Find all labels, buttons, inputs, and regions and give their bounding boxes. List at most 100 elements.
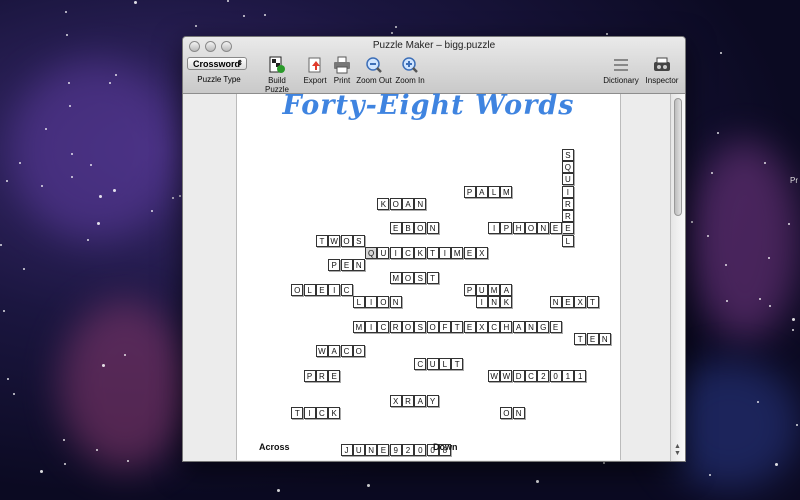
grid-cell[interactable]: O (500, 406, 513, 419)
grid-cell[interactable]: P (328, 259, 341, 272)
scroll-thumb[interactable] (674, 98, 682, 216)
grid-cell[interactable]: O (426, 320, 439, 333)
grid-cell[interactable]: T (426, 247, 439, 259)
crossword-grid[interactable]: SQUIRRELKOANPALMEBONIPHONETWOSQUICKTIMEX… (237, 94, 620, 460)
grid-cell[interactable]: P (463, 283, 476, 296)
grid-cell[interactable]: I (365, 296, 378, 309)
grid-cell[interactable]: U (475, 283, 488, 296)
grid-cell[interactable]: U (426, 357, 439, 370)
grid-cell[interactable]: B (402, 222, 414, 235)
dictionary-button[interactable]: Dictionary (603, 55, 639, 85)
grid-cell[interactable]: O (389, 197, 402, 210)
vertical-scrollbar[interactable]: ▲ ▼ (670, 94, 685, 461)
grid-cell[interactable]: I (438, 247, 451, 259)
grid-cell[interactable]: Q (561, 160, 574, 173)
grid-cell[interactable]: A (500, 283, 513, 296)
grid-cell[interactable]: X (574, 296, 587, 309)
grid-cell[interactable]: P (303, 370, 316, 382)
grid-cell[interactable]: X (475, 320, 488, 333)
grid-cell[interactable]: C (377, 320, 390, 333)
grid-cell[interactable]: O (414, 222, 427, 235)
grid-cell[interactable]: E (561, 222, 574, 235)
grid-cell[interactable]: W (488, 370, 501, 382)
grid-cell[interactable]: N (426, 222, 439, 235)
grid-cell[interactable]: E (463, 247, 476, 259)
grid-cell[interactable]: 9 (389, 443, 402, 456)
grid-cell[interactable]: I (365, 320, 378, 333)
grid-cell[interactable]: P (500, 222, 513, 235)
grid-cell[interactable]: A (475, 185, 488, 198)
grid-cell[interactable]: O (352, 345, 365, 358)
grid-cell[interactable]: U (561, 173, 574, 186)
grid-cell[interactable]: O (377, 296, 390, 309)
grid-cell[interactable]: Y (426, 394, 439, 407)
grid-cell[interactable]: D (512, 370, 525, 382)
grid-cell[interactable]: T (426, 271, 439, 284)
grid-cell[interactable]: O (525, 222, 537, 235)
grid-cell[interactable]: 0 (414, 443, 427, 456)
grid-cell[interactable]: U (352, 443, 365, 456)
grid-cell[interactable]: I (328, 283, 341, 296)
grid-cell[interactable]: E (377, 443, 390, 456)
grid-cell[interactable]: I (303, 406, 316, 419)
grid-cell[interactable]: L (488, 185, 501, 198)
grid-cell[interactable]: M (389, 271, 402, 284)
grid-cell[interactable]: G (537, 320, 550, 333)
grid-cell[interactable]: Q (365, 247, 378, 259)
inspector-button[interactable]: Inspector (643, 55, 681, 85)
grid-cell[interactable]: E (561, 296, 574, 309)
grid-cell[interactable]: A (512, 320, 525, 333)
grid-cell[interactable]: T (315, 234, 328, 247)
grid-cell[interactable]: E (549, 320, 562, 333)
grid-cell[interactable]: R (561, 210, 574, 223)
grid-cell[interactable]: K (328, 406, 341, 419)
build-puzzle-button[interactable]: Build Puzzle (255, 55, 299, 94)
grid-cell[interactable]: A (402, 197, 414, 210)
print-button[interactable]: Print (330, 55, 354, 85)
grid-cell[interactable]: E (586, 333, 599, 346)
grid-cell[interactable]: R (561, 197, 574, 210)
grid-cell[interactable]: N (365, 443, 378, 456)
grid-cell[interactable]: E (389, 222, 402, 235)
grid-cell[interactable]: K (500, 296, 513, 309)
grid-cell[interactable]: H (500, 320, 513, 333)
grid-cell[interactable]: X (475, 247, 488, 259)
grid-cell[interactable]: E (315, 283, 328, 296)
grid-cell[interactable]: W (328, 234, 341, 247)
grid-cell[interactable]: H (512, 222, 525, 235)
grid-cell[interactable]: O (402, 271, 414, 284)
grid-cell[interactable]: R (402, 394, 414, 407)
grid-cell[interactable]: L (561, 234, 574, 247)
grid-cell[interactable]: O (402, 320, 414, 333)
grid-cell[interactable]: T (586, 296, 599, 309)
grid-cell[interactable]: C (340, 345, 353, 358)
grid-cell[interactable]: I (389, 247, 402, 259)
grid-cell[interactable]: T (451, 320, 464, 333)
grid-cell[interactable]: O (291, 283, 304, 296)
grid-cell[interactable]: S (352, 234, 365, 247)
grid-cell[interactable]: O (340, 234, 353, 247)
zoom-in-button[interactable]: Zoom In (394, 55, 426, 85)
grid-cell[interactable]: T (574, 333, 587, 346)
grid-cell[interactable]: C (402, 247, 414, 259)
scroll-arrows-icon[interactable]: ▲ ▼ (673, 443, 682, 457)
export-button[interactable]: Export (301, 55, 329, 85)
grid-cell[interactable]: M (500, 185, 513, 198)
grid-cell[interactable]: F (438, 320, 451, 333)
grid-cell[interactable]: C (414, 357, 427, 370)
grid-cell[interactable]: 1 (574, 370, 587, 382)
grid-cell[interactable]: L (303, 283, 316, 296)
grid-cell[interactable]: E (463, 320, 476, 333)
grid-cell[interactable]: R (315, 370, 328, 382)
grid-cell[interactable]: 0 (549, 370, 562, 382)
grid-cell[interactable]: N (549, 296, 562, 309)
grid-cell[interactable]: M (451, 247, 464, 259)
grid-cell[interactable]: N (537, 222, 550, 235)
grid-cell[interactable]: N (488, 296, 501, 309)
grid-cell[interactable]: L (438, 357, 451, 370)
grid-cell[interactable]: C (340, 283, 353, 296)
grid-cell[interactable]: M (488, 283, 501, 296)
grid-cell[interactable]: C (488, 320, 501, 333)
grid-cell[interactable]: X (389, 394, 402, 407)
grid-cell[interactable]: U (377, 247, 390, 259)
